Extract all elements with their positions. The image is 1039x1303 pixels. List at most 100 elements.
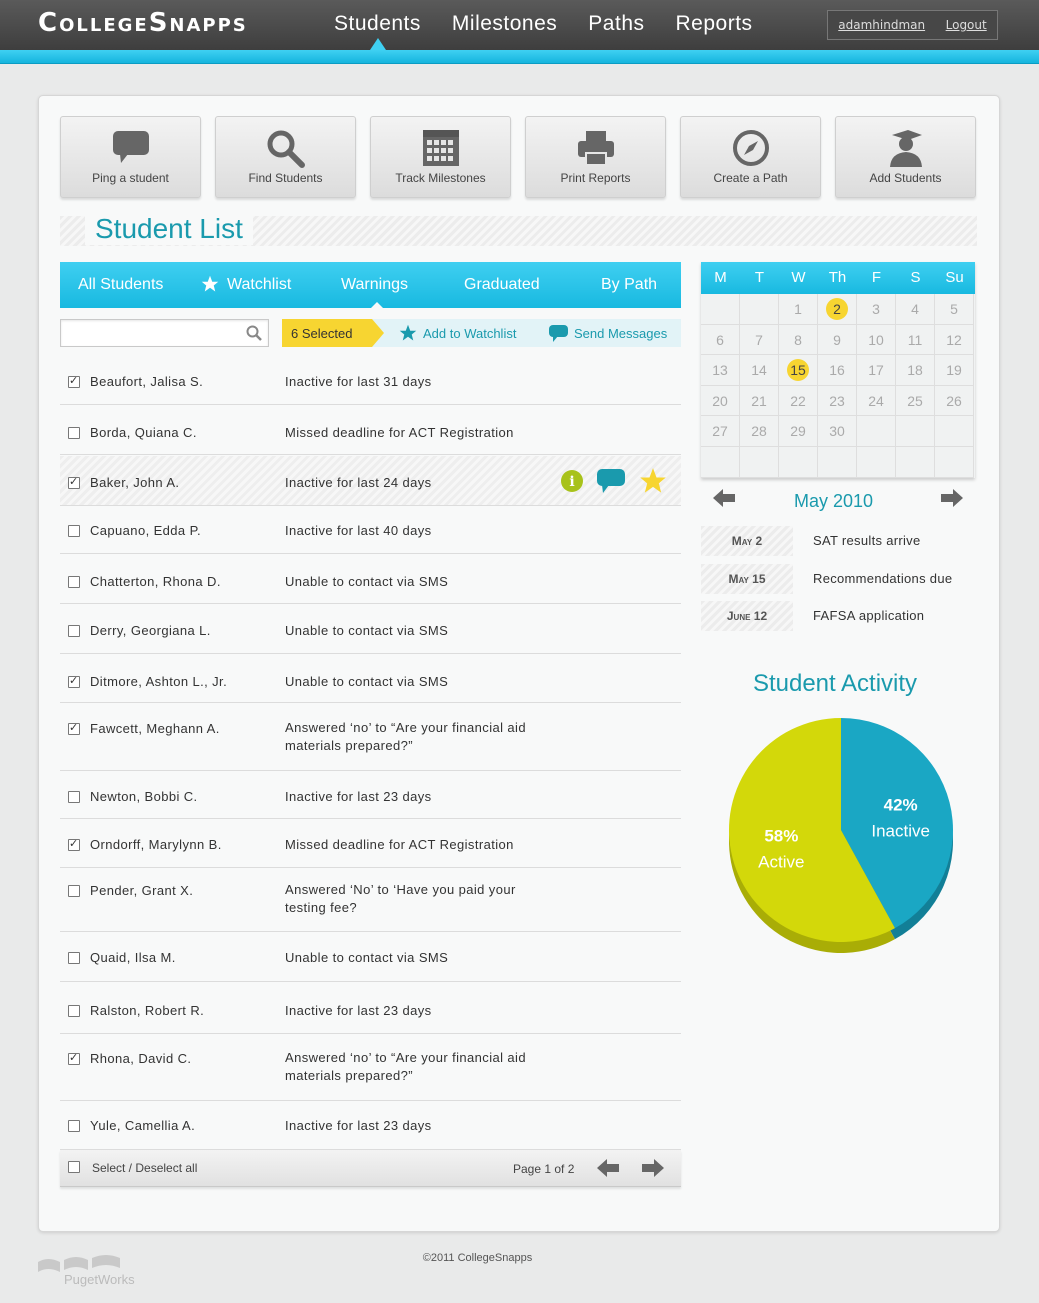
student-checkbox[interactable] [68, 885, 80, 897]
student-name[interactable]: Ralston, Robert R. [90, 1003, 204, 1018]
calendar-day[interactable]: 16 [818, 355, 857, 386]
calendar-day[interactable]: 19 [935, 355, 974, 386]
calendar-day[interactable]: 25 [896, 385, 935, 417]
track-milestones-button[interactable]: Track Milestones [370, 116, 511, 198]
student-checkbox[interactable] [68, 791, 80, 803]
student-row[interactable]: Fawcett, Meghann A. Answered ‘no’ to “Are… [60, 703, 681, 771]
student-name[interactable]: Yule, Camellia A. [90, 1118, 195, 1133]
calendar-day[interactable]: 22 [779, 385, 818, 417]
add-to-watchlist-button[interactable]: Add to Watchlist [399, 319, 516, 347]
calendar-day[interactable]: 7 [740, 324, 779, 356]
student-row[interactable]: Ditmore, Ashton L., Jr. Unable to contact… [60, 654, 681, 703]
calendar-day[interactable]: 18 [896, 355, 935, 386]
student-checkbox[interactable] [68, 576, 80, 588]
logout-link[interactable]: Logout [946, 18, 987, 32]
student-row[interactable]: Capuano, Edda P. Inactive for last 40 day… [60, 506, 681, 554]
event-text[interactable]: FAFSA application [813, 608, 924, 623]
student-checkbox[interactable] [68, 625, 80, 637]
tab-by-path[interactable]: By Path [601, 276, 657, 294]
calendar-day[interactable]: 26 [935, 385, 974, 417]
prev-page-arrow-icon[interactable] [597, 1159, 619, 1177]
calendar-day[interactable]: 20 [701, 385, 740, 417]
student-checkbox[interactable] [68, 721, 80, 735]
student-row[interactable]: Beaufort, Jalisa S. Inactive for last 31 … [60, 362, 681, 405]
tab-watchlist[interactable]: Watchlist [227, 276, 291, 294]
student-checkbox[interactable] [68, 952, 80, 964]
student-row[interactable]: Quaid, Ilsa M. Unable to contact via SMS [60, 932, 681, 982]
message-bubble-icon[interactable] [596, 468, 626, 494]
calendar-day[interactable]: 23 [818, 385, 857, 417]
student-name[interactable]: Pender, Grant X. [90, 883, 193, 898]
student-name[interactable]: Borda, Quiana C. [90, 425, 197, 440]
student-row[interactable]: Derry, Georgiana L. Unable to contact via… [60, 604, 681, 654]
calendar-day[interactable]: 5 [935, 294, 974, 325]
event-text[interactable]: SAT results arrive [813, 533, 921, 548]
calendar-day[interactable]: 8 [779, 324, 818, 356]
nav-paths[interactable]: Paths [588, 12, 644, 36]
student-checkbox[interactable] [68, 1051, 80, 1065]
student-checkbox[interactable] [68, 837, 80, 851]
calendar-day[interactable]: 17 [857, 355, 896, 386]
student-name[interactable]: Rhona, David C. [90, 1051, 191, 1066]
search-input[interactable] [61, 320, 241, 346]
search-icon[interactable] [246, 325, 262, 341]
student-row[interactable]: Rhona, David C. Answered ‘no’ to “Are you… [60, 1034, 681, 1101]
student-checkbox[interactable] [68, 1005, 80, 1017]
next-page-arrow-icon[interactable] [642, 1159, 664, 1177]
calendar-day[interactable]: 1 [779, 294, 818, 325]
student-name[interactable]: Chatterton, Rhona D. [90, 574, 221, 589]
calendar-day[interactable]: 9 [818, 324, 857, 356]
student-row[interactable]: Orndorff, Marylynn B. Missed deadline for… [60, 819, 681, 868]
calendar-day[interactable]: 24 [857, 385, 896, 417]
calendar-day[interactable]: 6 [701, 324, 740, 356]
info-icon[interactable]: i [560, 469, 584, 493]
student-name[interactable]: Quaid, Ilsa M. [90, 950, 176, 965]
event-text[interactable]: Recommendations due [813, 571, 952, 586]
find-students-button[interactable]: Find Students [215, 116, 356, 198]
student-row[interactable]: Ralston, Robert R. Inactive for last 23 d… [60, 982, 681, 1034]
student-checkbox[interactable] [68, 525, 80, 537]
calendar-day[interactable]: 28 [740, 416, 779, 447]
calendar-day[interactable]: 14 [740, 355, 779, 386]
next-month-arrow-icon[interactable] [941, 489, 963, 507]
student-checkbox[interactable] [68, 1120, 80, 1132]
calendar-day[interactable]: 30 [818, 416, 857, 447]
student-checkbox[interactable] [68, 674, 80, 688]
nav-milestones[interactable]: Milestones [452, 12, 557, 36]
student-row[interactable]: Borda, Quiana C. Missed deadline for ACT … [60, 405, 681, 455]
student-name[interactable]: Derry, Georgiana L. [90, 623, 211, 638]
student-name[interactable]: Fawcett, Meghann A. [90, 721, 220, 736]
calendar-day[interactable]: 13 [701, 355, 740, 386]
app-logo[interactable]: CollegeSnapps [38, 8, 248, 38]
student-row[interactable]: Newton, Bobbi C. Inactive for last 23 day… [60, 771, 681, 819]
student-name[interactable]: Ditmore, Ashton L., Jr. [90, 674, 227, 689]
send-messages-button[interactable]: Send Messages [549, 319, 667, 347]
print-reports-button[interactable]: Print Reports [525, 116, 666, 198]
student-name[interactable]: Capuano, Edda P. [90, 523, 201, 538]
student-name[interactable]: Baker, John A. [90, 475, 179, 490]
select-all-checkbox[interactable] [68, 1161, 80, 1173]
student-row[interactable]: Chatterton, Rhona D. Unable to contact vi… [60, 554, 681, 604]
calendar-day[interactable]: 4 [896, 294, 935, 325]
student-row[interactable]: Pender, Grant X. Answered ‘No’ to ‘Have y… [60, 868, 681, 932]
calendar-day[interactable]: 29 [779, 416, 818, 447]
calendar-day[interactable]: 2 [818, 294, 857, 325]
tab-graduated[interactable]: Graduated [464, 276, 540, 294]
student-checkbox[interactable] [68, 427, 80, 439]
calendar-day[interactable]: 21 [740, 385, 779, 417]
add-students-button[interactable]: Add Students [835, 116, 976, 198]
student-row[interactable]: Baker, John A.Inactive for last 24 days … [60, 456, 681, 506]
nav-students[interactable]: Students [334, 12, 421, 36]
username-link[interactable]: adamhindman [838, 18, 925, 32]
calendar-day[interactable]: 10 [857, 324, 896, 356]
calendar-day[interactable]: 15 [779, 355, 818, 386]
student-name[interactable]: Newton, Bobbi C. [90, 789, 198, 804]
star-icon[interactable] [638, 467, 668, 495]
nav-reports[interactable]: Reports [676, 12, 753, 36]
student-name[interactable]: Orndorff, Marylynn B. [90, 837, 222, 852]
calendar-day[interactable]: 27 [701, 416, 740, 447]
calendar-day[interactable]: 12 [935, 324, 974, 356]
calendar-day[interactable]: 3 [857, 294, 896, 325]
student-checkbox[interactable] [68, 374, 80, 388]
student-row[interactable]: Yule, Camellia A. Inactive for last 23 da… [60, 1101, 681, 1150]
